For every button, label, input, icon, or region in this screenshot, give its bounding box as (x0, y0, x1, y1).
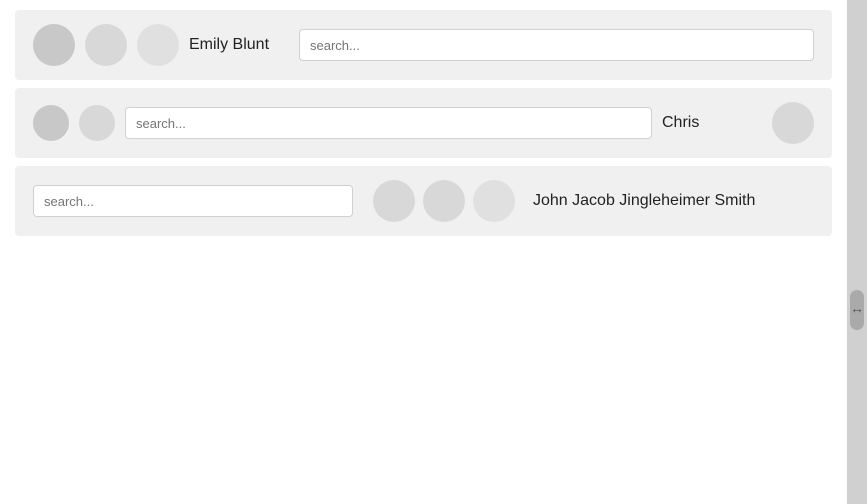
avatar-3-2 (423, 180, 465, 222)
avatar-3-1 (373, 180, 415, 222)
avatar-3-3 (473, 180, 515, 222)
avatar-1-3 (137, 24, 179, 66)
row3-avatars (373, 180, 515, 222)
row-card-2: Chris (15, 88, 832, 158)
avatar-1-2 (85, 24, 127, 66)
user-name-1: Emily Blunt (189, 36, 289, 54)
search-input-1[interactable] (299, 29, 814, 61)
avatar-2-3 (772, 102, 814, 144)
search-input-3[interactable] (33, 185, 353, 217)
avatar-2-2 (79, 105, 115, 141)
main-content: Emily Blunt Chris John Jacob Jingleheime… (0, 0, 847, 504)
avatar-2-1 (33, 105, 69, 141)
user-name-2: Chris (662, 114, 762, 132)
scrollbar[interactable]: ↔ (847, 0, 867, 504)
avatar-1-1 (33, 24, 75, 66)
user-name-3: John Jacob Jingleheimer Smith (533, 192, 755, 210)
search-input-2[interactable] (125, 107, 652, 139)
resize-handle-icon[interactable]: ↔ (850, 300, 864, 316)
row-card-3: John Jacob Jingleheimer Smith (15, 166, 832, 236)
row-card-1: Emily Blunt (15, 10, 832, 80)
